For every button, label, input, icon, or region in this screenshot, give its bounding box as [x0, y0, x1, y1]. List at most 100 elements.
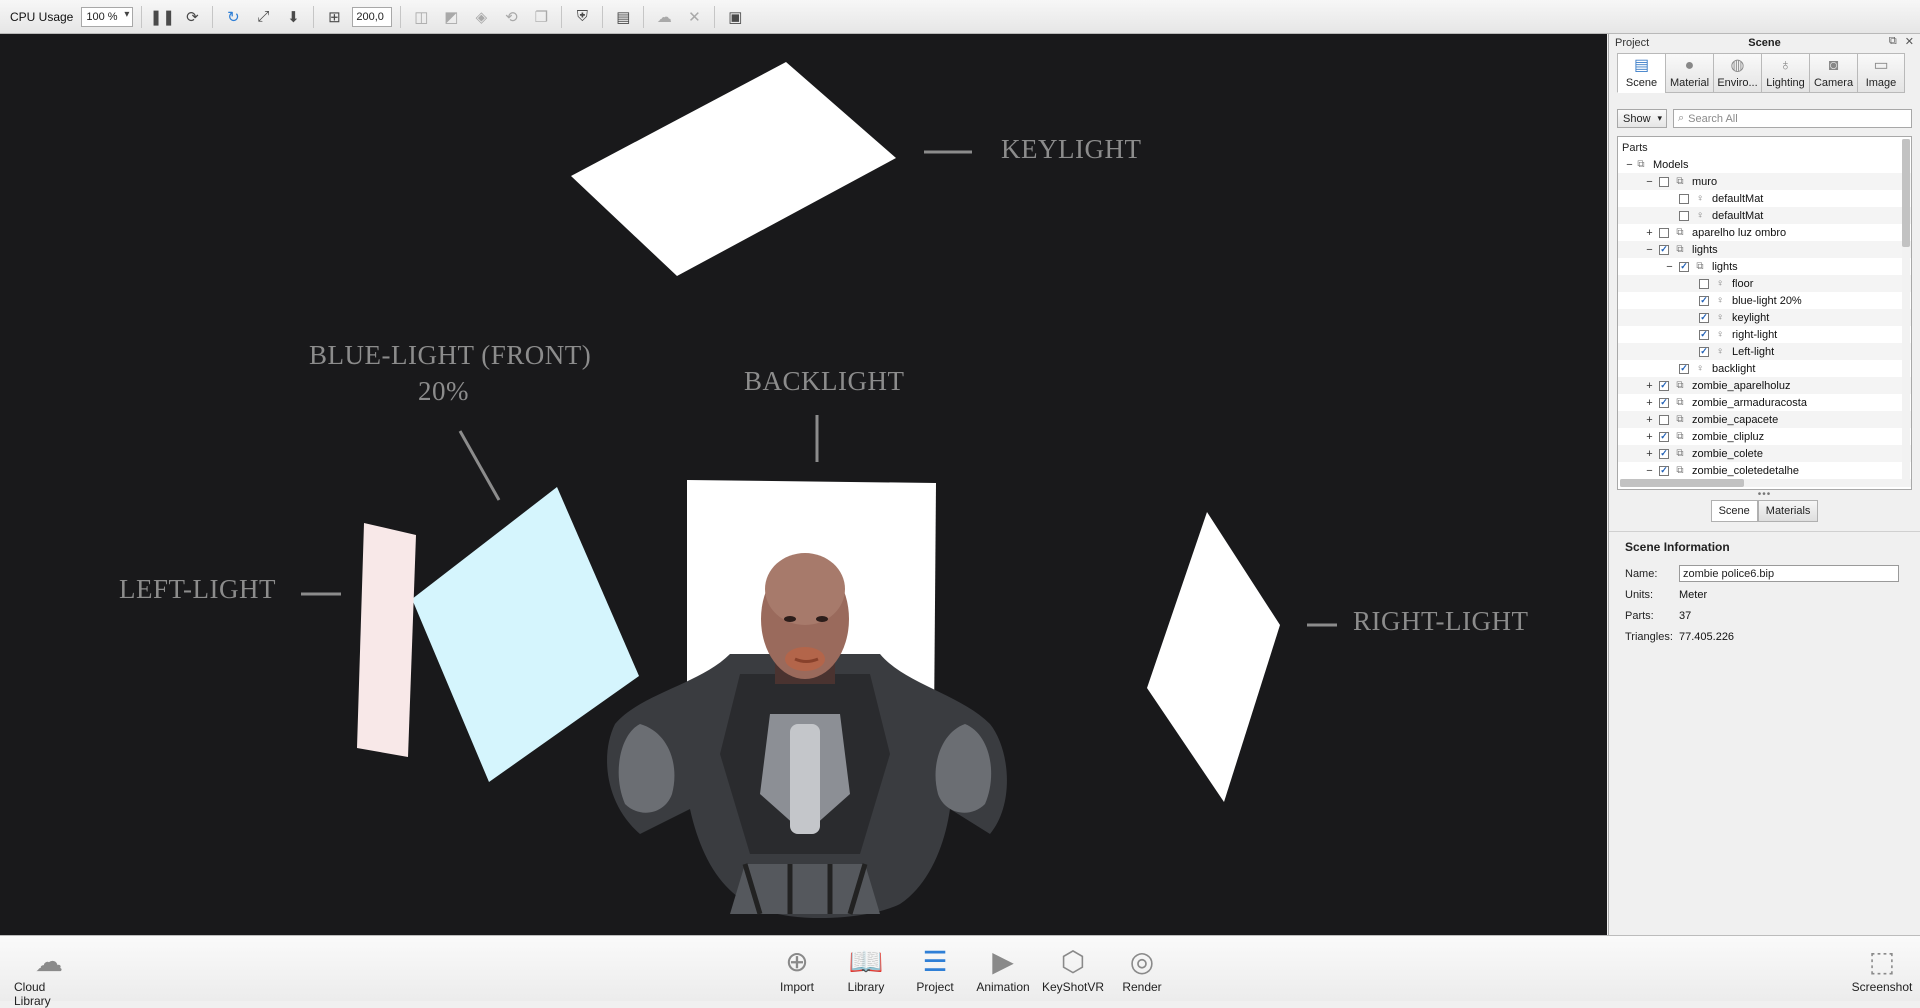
parts-row: Parts: 37: [1625, 605, 1920, 626]
tree-vertical-scrollbar[interactable]: [1902, 139, 1910, 485]
import-button[interactable]: ⊕ Import: [762, 942, 832, 995]
group-icon: ⧉: [1676, 414, 1684, 425]
visibility-checkbox[interactable]: [1679, 210, 1689, 221]
tab-lighting[interactable]: ♁ Lighting: [1761, 53, 1809, 93]
parts-tree[interactable]: Parts − ⧉ Models − ⧉ muro ♀ defaultMat ♀ defaultM…: [1617, 136, 1912, 490]
render-viewport[interactable]: KEYLIGHT BLUE-LIGHT (FRONT) 20% BACKLIGH…: [0, 34, 1607, 935]
cloud-library-button[interactable]: ☁ Cloud Library: [14, 942, 84, 1008]
tree-row[interactable]: ✓ ♀ keylight: [1618, 309, 1911, 326]
rotate-icon[interactable]: ⟲: [499, 5, 523, 29]
subtab-materials[interactable]: Materials: [1757, 500, 1819, 522]
visibility-checkbox[interactable]: ✓: [1659, 465, 1669, 476]
tab-label: Lighting: [1766, 77, 1805, 89]
animation-button[interactable]: ▶ Animation: [968, 942, 1038, 995]
library-button[interactable]: 📖 Library: [831, 942, 901, 995]
tree-row[interactable]: + ✓ ⧉ zombie_colete: [1618, 445, 1911, 462]
visibility-checkbox[interactable]: [1659, 414, 1669, 425]
tab-camera[interactable]: ◙ Camera: [1809, 53, 1857, 93]
tree-row[interactable]: ✓ ♀ backlight: [1618, 360, 1911, 377]
subtabs: Scene Materials: [1609, 500, 1920, 522]
subtab-scene[interactable]: Scene: [1710, 500, 1758, 522]
keyshotvr-button[interactable]: ⬡ KeyShotVR: [1038, 942, 1108, 995]
visibility-checkbox[interactable]: ✓: [1659, 431, 1669, 442]
visibility-checkbox[interactable]: ✓: [1659, 380, 1669, 391]
show-dropdown[interactable]: Show: [1617, 109, 1667, 128]
tree-row[interactable]: − ⧉ muro: [1618, 173, 1911, 190]
visibility-checkbox[interactable]: ✓: [1659, 244, 1669, 255]
tree-row[interactable]: + ✓ ⧉ zombie_aparelholuz: [1618, 377, 1911, 394]
visibility-checkbox[interactable]: ✓: [1699, 346, 1709, 357]
tab-environment[interactable]: ◍ Enviro...: [1713, 53, 1761, 93]
down-arrow-icon[interactable]: ⬇: [281, 5, 305, 29]
cpu-usage-select[interactable]: 100 %: [81, 6, 134, 27]
expand-icon[interactable]: +: [1644, 380, 1655, 392]
tree-row[interactable]: − ✓ ⧉ zombie_coletedetalhe: [1618, 462, 1911, 479]
tree-row[interactable]: − ✓ ⧉ lights: [1618, 258, 1911, 275]
pause-icon[interactable]: ❚❚: [150, 5, 175, 29]
visibility-checkbox[interactable]: [1699, 278, 1709, 289]
tree-row[interactable]: + ⧉ aparelho luz ombro: [1618, 224, 1911, 241]
expand-icon[interactable]: +: [1644, 397, 1655, 409]
light-icon: ♀: [1716, 295, 1724, 306]
cloud-icon[interactable]: ☁: [652, 5, 676, 29]
resolution-input[interactable]: 200,0: [352, 6, 393, 27]
collapse-icon[interactable]: −: [1664, 261, 1675, 273]
tree-row[interactable]: ♀ defaultMat: [1618, 190, 1911, 207]
tree-row[interactable]: + ✓ ⧉ zombie_armaduracosta: [1618, 394, 1911, 411]
tree-horizontal-scrollbar[interactable]: [1620, 479, 1911, 487]
group-icon: ⧉: [1696, 261, 1704, 272]
visibility-checkbox[interactable]: [1659, 227, 1669, 238]
sync-icon[interactable]: ⟳: [180, 5, 204, 29]
expand-icon[interactable]: +: [1644, 227, 1655, 239]
visibility-checkbox[interactable]: [1659, 176, 1669, 187]
visibility-checkbox[interactable]: ✓: [1699, 329, 1709, 340]
tree-row[interactable]: ✓ ♀ right-light: [1618, 326, 1911, 343]
collapse-icon[interactable]: −: [1644, 176, 1655, 188]
render-button[interactable]: ◎ Render: [1107, 942, 1177, 995]
tree-row[interactable]: + ✓ ⧉ zombie_clipluz: [1618, 428, 1911, 445]
visibility-checkbox[interactable]: ✓: [1659, 397, 1669, 408]
splitter-handle[interactable]: •••: [1609, 490, 1920, 500]
camera-icon[interactable]: ◫: [409, 5, 433, 29]
console-icon[interactable]: ▣: [723, 5, 747, 29]
screenshot-icon[interactable]: ◈: [469, 5, 493, 29]
visibility-checkbox[interactable]: ✓: [1659, 448, 1669, 459]
tree-row[interactable]: ✓ ♀ blue-light 20%: [1618, 292, 1911, 309]
tab-material[interactable]: ● Material: [1665, 53, 1713, 93]
tree-row[interactable]: ✓ ♀ Left-light: [1618, 343, 1911, 360]
project-button[interactable]: ☰ Project: [900, 942, 970, 995]
screenshot-button[interactable]: ⬚ Screenshot: [1847, 942, 1917, 995]
expand-icon[interactable]: +: [1644, 448, 1655, 460]
copy-icon[interactable]: ❐: [529, 5, 553, 29]
search-input[interactable]: ⌕ Search All: [1673, 109, 1912, 128]
collapse-icon[interactable]: −: [1644, 244, 1655, 256]
visibility-checkbox[interactable]: ✓: [1679, 363, 1689, 374]
scrollbar-thumb[interactable]: [1620, 479, 1744, 487]
refresh-icon[interactable]: ↻: [221, 5, 245, 29]
tree-row[interactable]: ♀ defaultMat: [1618, 207, 1911, 224]
camera2-icon[interactable]: ◩: [439, 5, 463, 29]
expand-icon[interactable]: +: [1644, 431, 1655, 443]
region-icon[interactable]: ⊞: [322, 5, 346, 29]
fit-icon[interactable]: ⤢: [251, 5, 275, 29]
expand-icon[interactable]: ✕: [682, 5, 706, 29]
visibility-checkbox[interactable]: ✓: [1679, 261, 1689, 272]
tree-row[interactable]: − ✓ ⧉ lights: [1618, 241, 1911, 258]
scene-name-field[interactable]: zombie police6.bip: [1679, 565, 1899, 582]
visibility-checkbox[interactable]: [1679, 193, 1689, 204]
expand-icon[interactable]: +: [1644, 414, 1655, 426]
tree-row[interactable]: + ⧉ zombie_capacete: [1618, 411, 1911, 428]
panel-icon[interactable]: ▤: [611, 5, 635, 29]
collapse-icon[interactable]: −: [1644, 465, 1655, 477]
tree-row[interactable]: − ⧉ Models: [1618, 156, 1911, 173]
close-icon[interactable]: ✕: [1905, 35, 1914, 48]
visibility-checkbox[interactable]: ✓: [1699, 295, 1709, 306]
tree-row[interactable]: ♀ floor: [1618, 275, 1911, 292]
tab-scene[interactable]: ▤ Scene: [1617, 53, 1665, 93]
tab-image[interactable]: ▭ Image: [1857, 53, 1905, 93]
visibility-checkbox[interactable]: ✓: [1699, 312, 1709, 323]
collapse-icon[interactable]: −: [1624, 159, 1635, 171]
undock-icon[interactable]: ⧉: [1889, 35, 1897, 48]
shield-icon[interactable]: ⛨: [570, 5, 594, 29]
scrollbar-thumb[interactable]: [1902, 139, 1910, 247]
